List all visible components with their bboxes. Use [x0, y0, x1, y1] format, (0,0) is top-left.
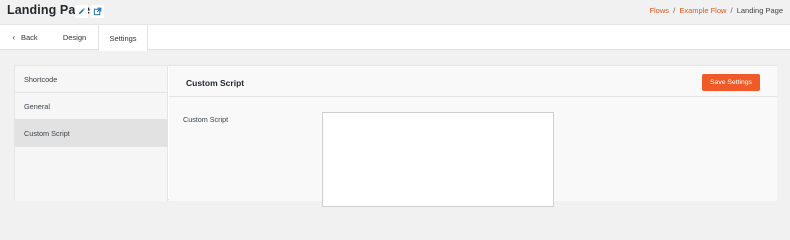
custom-script-label: Custom Script	[183, 115, 229, 124]
panel-title: Custom Script	[186, 78, 245, 88]
back-button[interactable]: ‹ Back	[0, 25, 48, 50]
settings-container: Shortcode General Custom Script Custom S…	[14, 65, 777, 207]
tab-design[interactable]: Design	[52, 25, 97, 50]
panel-header: Custom Script Save Settings	[169, 66, 777, 97]
tab-bar: ‹ Back Design Settings	[0, 24, 790, 51]
settings-sidebar: Shortcode General Custom Script	[15, 66, 168, 201]
sidebar-item-custom-script[interactable]: Custom Script	[15, 120, 168, 147]
settings-panel: Custom Script Save Settings Custom Scrip…	[169, 66, 777, 207]
custom-script-textarea[interactable]	[322, 112, 554, 207]
back-label: Back	[20, 33, 38, 42]
sidebar-item-shortcode[interactable]: Shortcode	[15, 66, 168, 93]
sidebar-item-general[interactable]: General	[15, 93, 168, 120]
chevron-left-icon: ‹	[12, 33, 15, 42]
breadcrumb-separator: /	[730, 6, 733, 15]
breadcrumb-current: Landing Page	[736, 6, 783, 15]
breadcrumb-example-flow-link[interactable]: Example Flow	[679, 6, 726, 15]
page-header: Landing Page Flows / Example Flow / Land…	[0, 0, 790, 24]
save-settings-button[interactable]: Save Settings	[702, 74, 760, 91]
breadcrumb-flows-link[interactable]: Flows	[649, 6, 669, 15]
breadcrumb: Flows / Example Flow / Landing Page	[649, 6, 783, 15]
external-link-icon[interactable]	[91, 5, 104, 18]
breadcrumb-separator: /	[673, 6, 676, 15]
pencil-icon[interactable]	[75, 5, 88, 18]
tab-settings[interactable]: Settings	[98, 25, 148, 51]
